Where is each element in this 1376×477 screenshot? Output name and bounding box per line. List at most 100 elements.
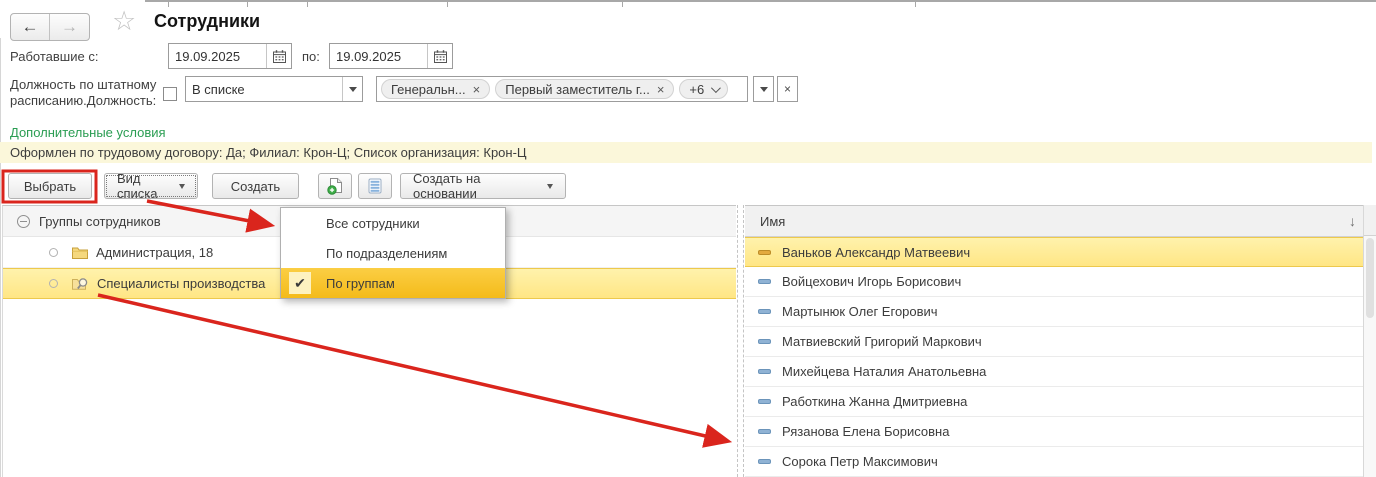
calendar-button[interactable] bbox=[266, 44, 291, 68]
create-group-button[interactable] bbox=[318, 173, 352, 199]
table-row[interactable]: Работкина Жанна Дмитриевна bbox=[745, 387, 1376, 417]
employee-list: Имя ↓ Ваньков Александр Матвеевич Войцех… bbox=[745, 205, 1376, 477]
calendar-icon bbox=[273, 50, 286, 63]
position-filter-label-line1: Должность по штатному bbox=[10, 77, 156, 93]
employee-item-icon bbox=[758, 399, 771, 404]
comparison-combobox[interactable]: В списке bbox=[185, 76, 363, 102]
date-to-field bbox=[329, 43, 453, 69]
employee-item-icon bbox=[758, 279, 771, 284]
more-tags-count: +6 bbox=[689, 82, 704, 97]
tags-dropdown-button[interactable] bbox=[753, 76, 774, 102]
checkmark-glyph: ✔ bbox=[294, 275, 306, 292]
table-row[interactable]: Ваньков Александр Матвеевич bbox=[745, 237, 1376, 267]
remove-tag-icon[interactable]: × bbox=[473, 82, 481, 97]
calendar-icon bbox=[434, 50, 447, 63]
sort-descending-icon: ↓ bbox=[1349, 213, 1356, 229]
calendar-button[interactable] bbox=[427, 44, 452, 68]
back-button[interactable]: ← bbox=[11, 14, 50, 40]
column-header-name[interactable]: Имя ↓ bbox=[745, 206, 1376, 237]
employee-name: Войцехович Игорь Борисович bbox=[782, 274, 961, 289]
list-settings-button[interactable] bbox=[358, 173, 392, 199]
employee-item-icon bbox=[758, 250, 771, 255]
favorite-star-icon[interactable]: ☆ bbox=[112, 8, 136, 35]
tree-root-label: Группы сотрудников bbox=[39, 214, 161, 229]
tab-separator bbox=[247, 2, 248, 7]
folder-search-icon bbox=[72, 277, 89, 291]
history-nav: ← → bbox=[10, 13, 90, 41]
applied-filters-bar: Оформлен по трудовому договору: Да; Фили… bbox=[0, 142, 1372, 163]
tab-separator bbox=[622, 2, 623, 7]
panel-splitter[interactable] bbox=[737, 205, 744, 477]
employee-name: Ваньков Александр Матвеевич bbox=[782, 245, 970, 260]
vertical-scrollbar[interactable] bbox=[1363, 205, 1376, 477]
position-tags-field[interactable]: Генеральн... × Первый заместитель г... ×… bbox=[376, 76, 748, 102]
list-view-button-label: Вид списка bbox=[117, 171, 173, 201]
date-from-input[interactable] bbox=[169, 44, 266, 68]
employee-name: Михейцева Наталия Анатольевна bbox=[782, 364, 986, 379]
menu-item-label: По группам bbox=[326, 276, 395, 291]
menu-item-all-employees[interactable]: Все сотрудники bbox=[281, 208, 505, 238]
tab-separator bbox=[915, 2, 916, 7]
tab-separator bbox=[307, 2, 308, 7]
chevron-down-icon bbox=[760, 87, 768, 92]
more-tags-pill[interactable]: +6 bbox=[679, 79, 728, 99]
employee-name: Сорока Петр Максимович bbox=[782, 454, 938, 469]
select-button[interactable]: Выбрать bbox=[8, 173, 92, 199]
forward-button[interactable]: → bbox=[50, 14, 89, 40]
forward-icon: → bbox=[61, 17, 78, 37]
back-icon: ← bbox=[22, 17, 39, 37]
chevron-down-icon bbox=[349, 87, 357, 92]
date-from-field bbox=[168, 43, 292, 69]
create-based-on-button[interactable]: Создать на основании bbox=[400, 173, 566, 199]
combobox-dropdown-button[interactable] bbox=[342, 77, 362, 101]
to-label: по: bbox=[302, 49, 320, 64]
tree-leaf-icon bbox=[49, 279, 58, 288]
additional-conditions-link[interactable]: Дополнительные условия bbox=[10, 125, 166, 140]
menu-item-label: По подразделениям bbox=[326, 246, 447, 261]
tab-separator bbox=[447, 2, 448, 7]
scrollbar-thumb[interactable] bbox=[1366, 238, 1374, 318]
chevron-down-icon bbox=[547, 184, 553, 189]
clear-icon: × bbox=[784, 82, 791, 96]
employee-item-icon bbox=[758, 339, 771, 344]
scrollbar-header-cap bbox=[1364, 205, 1376, 236]
list-view-button[interactable]: Вид списка bbox=[104, 173, 198, 199]
folder-icon bbox=[72, 246, 88, 259]
employee-item-icon bbox=[758, 369, 771, 374]
position-filter-checkbox[interactable] bbox=[163, 87, 177, 101]
tree-leaf-icon bbox=[49, 248, 58, 257]
table-row[interactable]: Сорока Петр Максимович bbox=[745, 447, 1376, 477]
worked-from-label: Работавшие с: bbox=[10, 49, 98, 64]
column-header-label: Имя bbox=[760, 214, 785, 229]
table-row[interactable]: Мартынюк Олег Егорович bbox=[745, 297, 1376, 327]
employee-item-icon bbox=[758, 429, 771, 434]
tree-item-label: Администрация, 18 bbox=[96, 245, 213, 260]
position-tag[interactable]: Генеральн... × bbox=[381, 79, 490, 99]
create-button[interactable]: Создать bbox=[212, 173, 299, 199]
employee-item-icon bbox=[758, 459, 771, 464]
table-row[interactable]: Войцехович Игорь Борисович bbox=[745, 267, 1376, 297]
position-tag[interactable]: Первый заместитель г... × bbox=[495, 79, 674, 99]
select-button-label: Выбрать bbox=[24, 179, 76, 194]
date-to-input[interactable] bbox=[330, 44, 427, 68]
menu-item-by-groups[interactable]: ✔ По группам bbox=[281, 268, 505, 298]
menu-item-by-departments[interactable]: По подразделениям bbox=[281, 238, 505, 268]
tag-label: Первый заместитель г... bbox=[505, 82, 650, 97]
remove-tag-icon[interactable]: × bbox=[657, 82, 665, 97]
collapse-icon[interactable] bbox=[17, 215, 30, 228]
window-left-edge bbox=[0, 38, 1, 477]
new-document-plus-icon bbox=[327, 177, 344, 195]
table-row[interactable]: Рязанова Елена Борисовна bbox=[745, 417, 1376, 447]
menu-item-label: Все сотрудники bbox=[326, 216, 420, 231]
tags-clear-button[interactable]: × bbox=[777, 76, 798, 102]
chevron-down-icon bbox=[179, 184, 185, 189]
position-filter-label: Должность по штатному расписанию.Должнос… bbox=[10, 77, 156, 109]
employee-name: Работкина Жанна Дмитриевна bbox=[782, 394, 967, 409]
list-icon bbox=[368, 178, 382, 194]
employee-name: Рязанова Елена Борисовна bbox=[782, 424, 949, 439]
table-row[interactable]: Михейцева Наталия Анатольевна bbox=[745, 357, 1376, 387]
table-row[interactable]: Матвиевский Григорий Маркович bbox=[745, 327, 1376, 357]
position-filter-label-line2: расписанию.Должность: bbox=[10, 93, 156, 109]
checkmark-icon: ✔ bbox=[289, 272, 311, 294]
create-based-on-label: Создать на основании bbox=[413, 171, 541, 201]
